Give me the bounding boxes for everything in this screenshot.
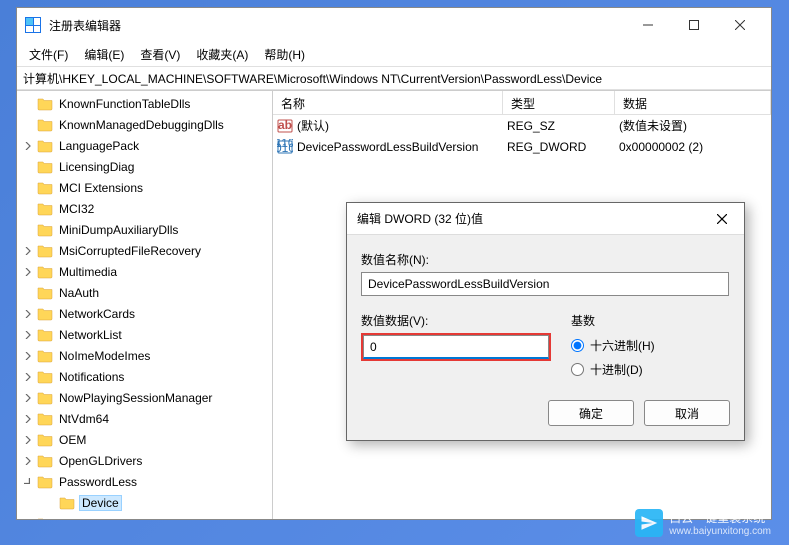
data-input[interactable] <box>363 335 549 359</box>
tree-item-label: KnownManagedDebuggingDlls <box>57 117 226 133</box>
tree-item-label: Device <box>79 495 122 511</box>
tree-item-label: Multimedia <box>57 264 119 280</box>
watermark: 白云一键重装系统 www.baiyunxitong.com <box>635 509 771 537</box>
tree-item[interactable]: NetworkList <box>17 324 272 345</box>
dialog-buttons: 确定 取消 <box>347 400 744 440</box>
maximize-button[interactable] <box>671 10 717 40</box>
list-row[interactable]: 110010DevicePasswordLessBuildVersionREG_… <box>273 136 771 157</box>
tree-item-label: MCI Extensions <box>57 180 145 196</box>
watermark-icon <box>635 509 663 537</box>
cell-name: 110010DevicePasswordLessBuildVersion <box>273 139 503 155</box>
tree-item-label: NetworkCards <box>57 306 137 322</box>
titlebar: 注册表编辑器 <box>17 8 771 42</box>
address-bar[interactable]: 计算机\HKEY_LOCAL_MACHINE\SOFTWARE\Microsof… <box>17 66 771 90</box>
tree-item[interactable]: NoImeModeImes <box>17 345 272 366</box>
watermark-url: www.baiyunxitong.com <box>669 526 771 537</box>
menu-help[interactable]: 帮助(H) <box>256 43 313 66</box>
tree-item[interactable]: NetworkCards <box>17 303 272 324</box>
tree-item-label: PeerDist <box>57 516 107 520</box>
cell-name: ab(默认) <box>273 117 503 134</box>
name-input[interactable] <box>361 272 729 296</box>
cell-data: 0x00000002 (2) <box>615 140 771 154</box>
tree-item-label: OEM <box>57 432 88 448</box>
window-controls <box>625 10 763 40</box>
tree-item[interactable]: LanguagePack <box>17 135 272 156</box>
tree-item-label: Notifications <box>57 369 126 385</box>
tree-item[interactable]: NtVdm64 <box>17 408 272 429</box>
minimize-button[interactable] <box>625 10 671 40</box>
tree-item-label: NaAuth <box>57 285 101 301</box>
menubar: 文件(F) 编辑(E) 查看(V) 收藏夹(A) 帮助(H) <box>17 42 771 66</box>
ok-button[interactable]: 确定 <box>548 400 634 426</box>
tree-item[interactable]: NowPlayingSessionManager <box>17 387 272 408</box>
name-label: 数值名称(N): <box>361 251 730 268</box>
tree-item[interactable]: OpenGLDrivers <box>17 450 272 471</box>
tree-item[interactable]: OEM <box>17 429 272 450</box>
tree-item-label: KnownFunctionTableDlls <box>57 96 192 112</box>
svg-text:010: 010 <box>277 141 293 155</box>
dialog-close-button[interactable] <box>710 207 734 231</box>
data-input-highlight <box>361 333 551 361</box>
radio-hex[interactable]: 十六进制(H) <box>571 333 730 357</box>
address-path: 计算机\HKEY_LOCAL_MACHINE\SOFTWARE\Microsof… <box>23 70 602 87</box>
tree-panel[interactable]: KnownFunctionTableDlls KnownManagedDebugg… <box>17 91 273 519</box>
base-label: 基数 <box>571 312 730 329</box>
column-name[interactable]: 名称 <box>273 91 503 114</box>
cancel-button[interactable]: 取消 <box>644 400 730 426</box>
edit-dword-dialog: 编辑 DWORD (32 位)值 数值名称(N): 数值数据(V): 基数 十六… <box>346 202 745 441</box>
column-data[interactable]: 数据 <box>615 91 771 114</box>
tree-item[interactable]: Notifications <box>17 366 272 387</box>
dialog-title: 编辑 DWORD (32 位)值 <box>357 210 710 227</box>
tree-item-label: MsiCorruptedFileRecovery <box>57 243 203 259</box>
dialog-body: 数值名称(N): 数值数据(V): 基数 十六进制(H) 十进制(D) <box>347 235 744 400</box>
column-type[interactable]: 类型 <box>503 91 615 114</box>
radio-hex-input[interactable] <box>571 339 584 352</box>
list-header: 名称 类型 数据 <box>273 91 771 115</box>
radio-dec-input[interactable] <box>571 363 584 376</box>
tree-item-label: NetworkList <box>57 327 124 343</box>
app-icon <box>25 17 41 33</box>
menu-view[interactable]: 查看(V) <box>132 43 188 66</box>
cell-data: (数值未设置) <box>615 117 771 134</box>
dialog-titlebar[interactable]: 编辑 DWORD (32 位)值 <box>347 203 744 235</box>
tree-item-label: NowPlayingSessionManager <box>57 390 214 406</box>
tree-item[interactable]: KnownFunctionTableDlls <box>17 93 272 114</box>
tree-item-label: NoImeModeImes <box>57 348 152 364</box>
tree-item[interactable]: MsiCorruptedFileRecovery <box>17 240 272 261</box>
tree-item-label: NtVdm64 <box>57 411 111 427</box>
cell-type: REG_SZ <box>503 119 615 133</box>
menu-edit[interactable]: 编辑(E) <box>76 43 132 66</box>
tree-item[interactable]: PasswordLess <box>17 471 272 492</box>
watermark-text: 白云一键重装系统 <box>669 509 771 526</box>
cell-type: REG_DWORD <box>503 140 615 154</box>
svg-text:ab: ab <box>278 118 292 132</box>
menu-file[interactable]: 文件(F) <box>21 43 76 66</box>
tree-item[interactable]: MCI32 <box>17 198 272 219</box>
tree-item[interactable]: Device <box>17 492 272 513</box>
tree-item[interactable]: PeerDist <box>17 513 272 519</box>
tree-item[interactable]: LicensingDiag <box>17 156 272 177</box>
tree-item-label: OpenGLDrivers <box>57 453 144 469</box>
window-title: 注册表编辑器 <box>49 17 625 34</box>
tree-item[interactable]: KnownManagedDebuggingDlls <box>17 114 272 135</box>
tree-item[interactable]: MCI Extensions <box>17 177 272 198</box>
tree-item[interactable]: NaAuth <box>17 282 272 303</box>
menu-favorites[interactable]: 收藏夹(A) <box>188 43 256 66</box>
tree-item-label: MiniDumpAuxiliaryDlls <box>57 222 180 238</box>
tree-item[interactable]: Multimedia <box>17 261 272 282</box>
tree-item-label: PasswordLess <box>57 474 139 490</box>
list-row[interactable]: ab(默认)REG_SZ(数值未设置) <box>273 115 771 136</box>
radio-dec[interactable]: 十进制(D) <box>571 357 730 381</box>
list-body: ab(默认)REG_SZ(数值未设置)110010DevicePasswordL… <box>273 115 771 157</box>
data-label: 数值数据(V): <box>361 312 551 329</box>
tree-item-label: MCI32 <box>57 201 96 217</box>
tree-item-label: LanguagePack <box>57 138 141 154</box>
base-radio-group: 十六进制(H) 十进制(D) <box>571 333 730 381</box>
tree-item-label: LicensingDiag <box>57 159 136 175</box>
close-button[interactable] <box>717 10 763 40</box>
tree-item[interactable]: MiniDumpAuxiliaryDlls <box>17 219 272 240</box>
